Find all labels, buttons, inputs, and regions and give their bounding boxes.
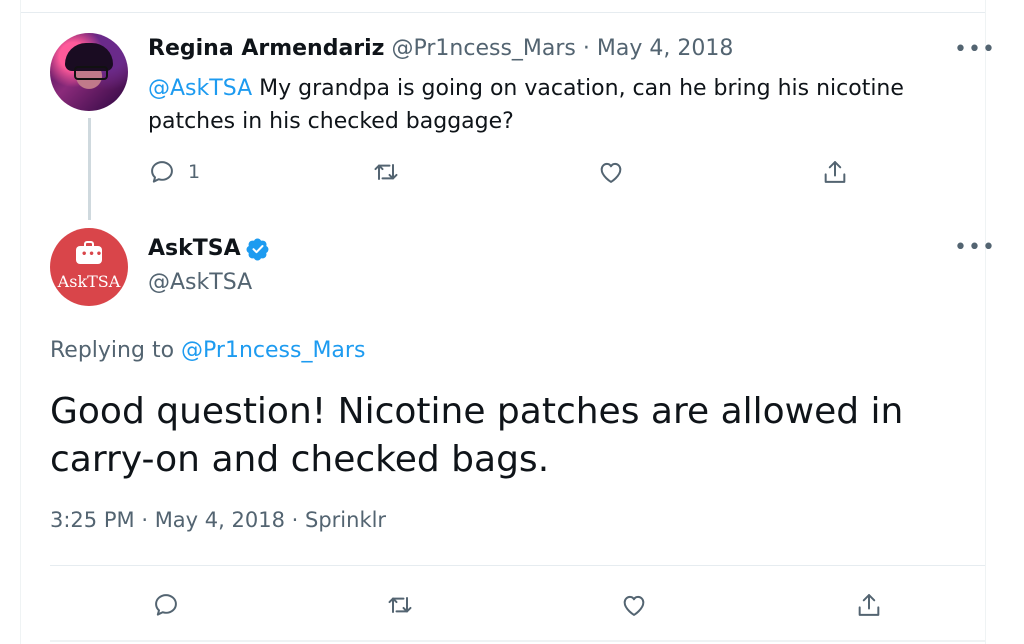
like-button[interactable] bbox=[597, 158, 625, 186]
tweet-source[interactable]: Sprinklr bbox=[305, 508, 386, 532]
more-icon[interactable]: ••• bbox=[954, 237, 995, 259]
like-icon bbox=[623, 595, 645, 616]
reply-tweet-text: @AskTSA My grandpa is going on vacation,… bbox=[148, 72, 948, 138]
reply-icon bbox=[151, 161, 173, 183]
mention-link[interactable]: @AskTSA bbox=[148, 76, 252, 101]
reply-date[interactable]: May 4, 2018 bbox=[597, 36, 733, 61]
avatar-glasses bbox=[74, 66, 108, 80]
retweet-icon bbox=[374, 164, 398, 180]
tweet-date[interactable]: May 4, 2018 bbox=[155, 508, 285, 532]
retweet-button[interactable] bbox=[372, 158, 400, 186]
main-tweet-text: Good question! Nicotine patches are allo… bbox=[50, 391, 904, 480]
main-reply-button[interactable] bbox=[152, 591, 180, 619]
replying-to-line: Replying to @Pr1ncess_Mars bbox=[50, 338, 365, 363]
frame-right-border bbox=[985, 0, 986, 644]
frame-top-border bbox=[20, 0, 986, 13]
thread-connector-line bbox=[88, 118, 91, 220]
bottom-divider bbox=[50, 640, 985, 642]
tweet-meta: 3:25 PM · May 4, 2018 · Sprinklr bbox=[50, 508, 386, 532]
frame-left-border bbox=[20, 0, 21, 644]
reply-author-handle[interactable]: @Pr1ncess_Mars bbox=[392, 36, 576, 61]
avatar-regina[interactable] bbox=[50, 33, 128, 111]
reply-author-name[interactable]: Regina Armendariz bbox=[148, 36, 385, 61]
header-separator: · bbox=[582, 36, 590, 61]
main-like-button[interactable] bbox=[620, 591, 648, 619]
like-icon bbox=[600, 162, 622, 183]
main-author-handle[interactable]: @AskTSA bbox=[148, 270, 252, 295]
divider bbox=[50, 565, 985, 566]
main-author-name-row: AskTSA bbox=[148, 236, 270, 261]
retweet-icon bbox=[388, 597, 412, 613]
avatar-asktsa[interactable]: ••• AskTSA bbox=[50, 228, 128, 306]
reply-count: 1 bbox=[188, 161, 201, 183]
meta-separator: · bbox=[291, 508, 299, 532]
meta-separator: · bbox=[141, 508, 148, 532]
reply-button[interactable]: 1 bbox=[148, 158, 200, 186]
share-button[interactable] bbox=[821, 158, 849, 186]
more-icon[interactable]: ••• bbox=[954, 39, 995, 61]
reply-icon bbox=[155, 594, 177, 616]
tweet-time[interactable]: 3:25 PM bbox=[50, 508, 135, 532]
replying-prefix: Replying to bbox=[50, 338, 175, 363]
main-author-name[interactable]: AskTSA bbox=[148, 236, 241, 261]
reply-tweet-header: Regina Armendariz @Pr1ncess_Mars · May 4… bbox=[148, 36, 733, 61]
main-retweet-button[interactable] bbox=[386, 591, 414, 619]
main-share-button[interactable] bbox=[855, 591, 883, 619]
avatar-label: AskTSA bbox=[57, 272, 121, 291]
share-icon bbox=[824, 161, 846, 183]
replying-handle-link[interactable]: @Pr1ncess_Mars bbox=[181, 338, 365, 363]
verified-badge-icon bbox=[246, 238, 269, 260]
reply-tweet-body: My grandpa is going on vacation, can he … bbox=[148, 76, 904, 134]
chat-dots: ••• bbox=[81, 249, 104, 260]
share-icon bbox=[858, 594, 880, 616]
